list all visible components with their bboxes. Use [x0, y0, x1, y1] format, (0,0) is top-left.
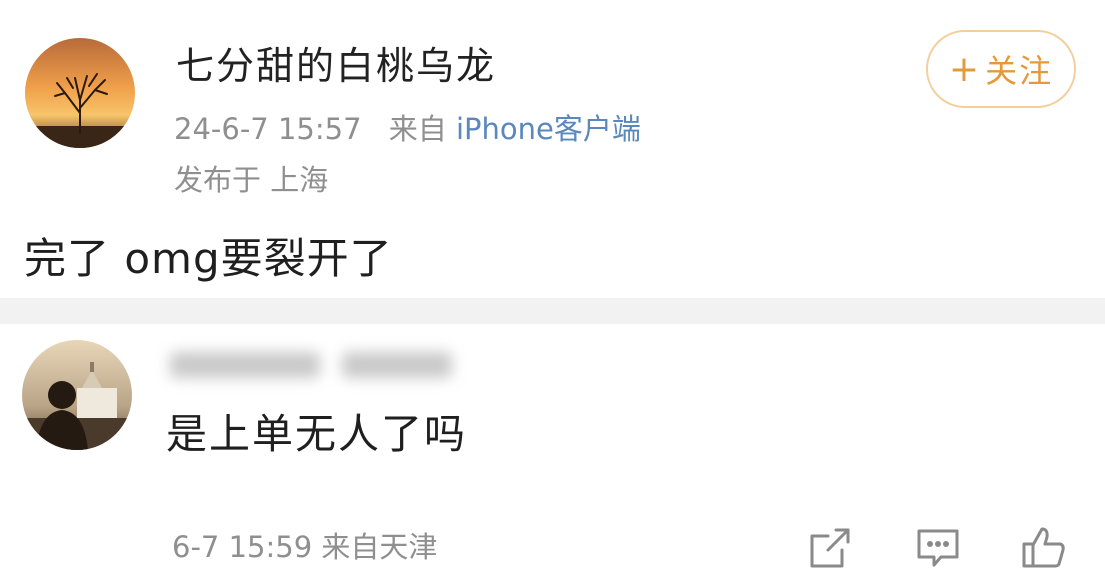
plus-icon: +	[948, 48, 982, 90]
reply-author-name-blurred	[170, 345, 470, 385]
post-text: 完了 omg要裂开了	[24, 234, 393, 283]
reply-meta: 6-7 15:59 来自天津	[172, 530, 438, 564]
source-prefix: 来自	[388, 112, 447, 146]
reply-author-avatar[interactable]	[22, 340, 132, 450]
post-author-name[interactable]: 七分甜的白桃乌龙	[176, 44, 496, 90]
post-timestamp: 24-6-7 15:57	[174, 112, 362, 146]
follow-button[interactable]: + 关注	[926, 30, 1076, 108]
source-client-link[interactable]: iPhone客户端	[456, 112, 641, 146]
post-author-avatar[interactable]	[25, 38, 135, 148]
post-meta: 24-6-7 15:57 来自 iPhone客户端	[174, 112, 641, 147]
reply-text: 是上单无人了吗	[166, 410, 467, 458]
like-icon[interactable]	[1020, 524, 1068, 572]
share-icon[interactable]	[806, 524, 854, 572]
comment-icon[interactable]	[914, 524, 962, 572]
section-divider	[0, 298, 1105, 324]
post-location: 发布于 上海	[174, 163, 329, 197]
follow-label: 关注	[985, 52, 1054, 90]
